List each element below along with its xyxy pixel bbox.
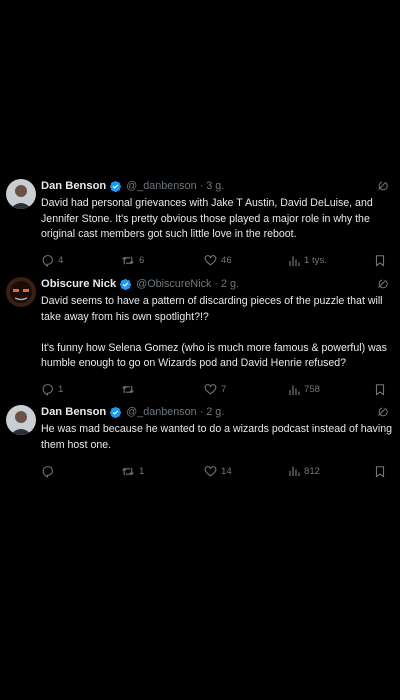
tweet[interactable]: Dan Benson @_danbenson · 3 g. David had … [0,170,400,268]
tweet[interactable]: Obiscure Nick @ObiscureNick · 2 g. David… [0,268,400,396]
tweet-text: David seems to have a pattern of discard… [41,295,387,369]
handle[interactable]: @ObiscureNick [136,278,211,290]
grok-icon[interactable] [376,406,388,418]
separator-dot: · [214,278,219,290]
views-button[interactable]: 1 tys. [288,255,327,267]
reply-button[interactable] [41,465,58,478]
bookmark-icon [375,255,385,267]
views-count: 1 tys. [304,255,327,266]
timestamp[interactable]: 2 g. [221,278,239,290]
bookmark-icon [375,384,385,396]
tweet-header: Dan Benson @_danbenson · 2 g. [41,403,400,421]
avatar[interactable] [6,179,36,209]
heart-icon [204,465,217,476]
reply-button[interactable]: 1 [41,383,63,396]
retweet-icon [122,256,134,265]
separator-dot: · [199,406,204,418]
views-button[interactable]: 758 [288,384,320,396]
display-name[interactable]: Dan Benson [41,406,106,418]
display-name[interactable]: Obiscure Nick [41,278,116,290]
repost-count: 6 [139,255,145,266]
views-icon [289,385,300,395]
reply-icon [42,255,53,267]
reply-feed: Dan Benson @_danbenson · 3 g. David had … [0,170,400,486]
action-bar: 1 14 812 [41,458,400,484]
avatar[interactable] [6,277,36,307]
tweet[interactable]: Dan Benson @_danbenson · 2 g. He was mad… [0,396,400,486]
timestamp[interactable]: 3 g. [206,180,224,192]
verified-badge-icon [110,180,122,192]
retweet-icon [122,467,134,475]
bookmark-icon [375,465,385,478]
tweet-text: David had personal grievances with Jake … [41,197,376,240]
reply-count: 1 [58,384,64,395]
bookmark-button[interactable] [374,254,386,267]
heart-icon [204,384,217,395]
avatar[interactable] [6,405,36,435]
reply-button[interactable]: 4 [41,254,63,267]
views-button[interactable]: 812 [288,465,320,477]
heart-icon [204,255,217,266]
reply-icon [42,465,53,478]
views-count: 758 [304,384,321,395]
repost-button[interactable] [121,383,139,396]
repost-button[interactable]: 6 [121,254,144,267]
grok-icon[interactable] [376,180,388,192]
display-name[interactable]: Dan Benson [41,180,106,192]
like-button[interactable]: 46 [204,254,232,267]
reply-count: 4 [58,255,64,266]
tweet-header: Dan Benson @_danbenson · 3 g. [41,177,400,195]
grok-icon[interactable] [376,278,388,290]
like-count: 46 [221,255,232,266]
like-button[interactable]: 14 [204,465,232,478]
handle[interactable]: @_danbenson [126,180,196,192]
views-icon [289,466,300,476]
retweet-icon [122,385,134,394]
repost-button[interactable]: 1 [121,465,144,478]
tweet-text: He was mad because he wanted to do a wiz… [41,423,395,451]
bookmark-button[interactable] [374,383,386,396]
views-icon [289,256,300,266]
tweet-header: Obiscure Nick @ObiscureNick · 2 g. [41,275,400,293]
handle[interactable]: @_danbenson [126,406,196,418]
separator-dot: · [199,180,204,192]
like-count: 7 [221,384,227,395]
views-count: 812 [304,465,321,477]
bookmark-button[interactable] [374,465,386,478]
repost-count: 1 [139,465,145,477]
timestamp[interactable]: 2 g. [206,406,224,418]
reply-icon [42,384,53,396]
verified-badge-icon [120,278,132,290]
like-button[interactable]: 7 [204,383,226,396]
verified-badge-icon [110,406,122,418]
like-count: 14 [221,465,232,477]
